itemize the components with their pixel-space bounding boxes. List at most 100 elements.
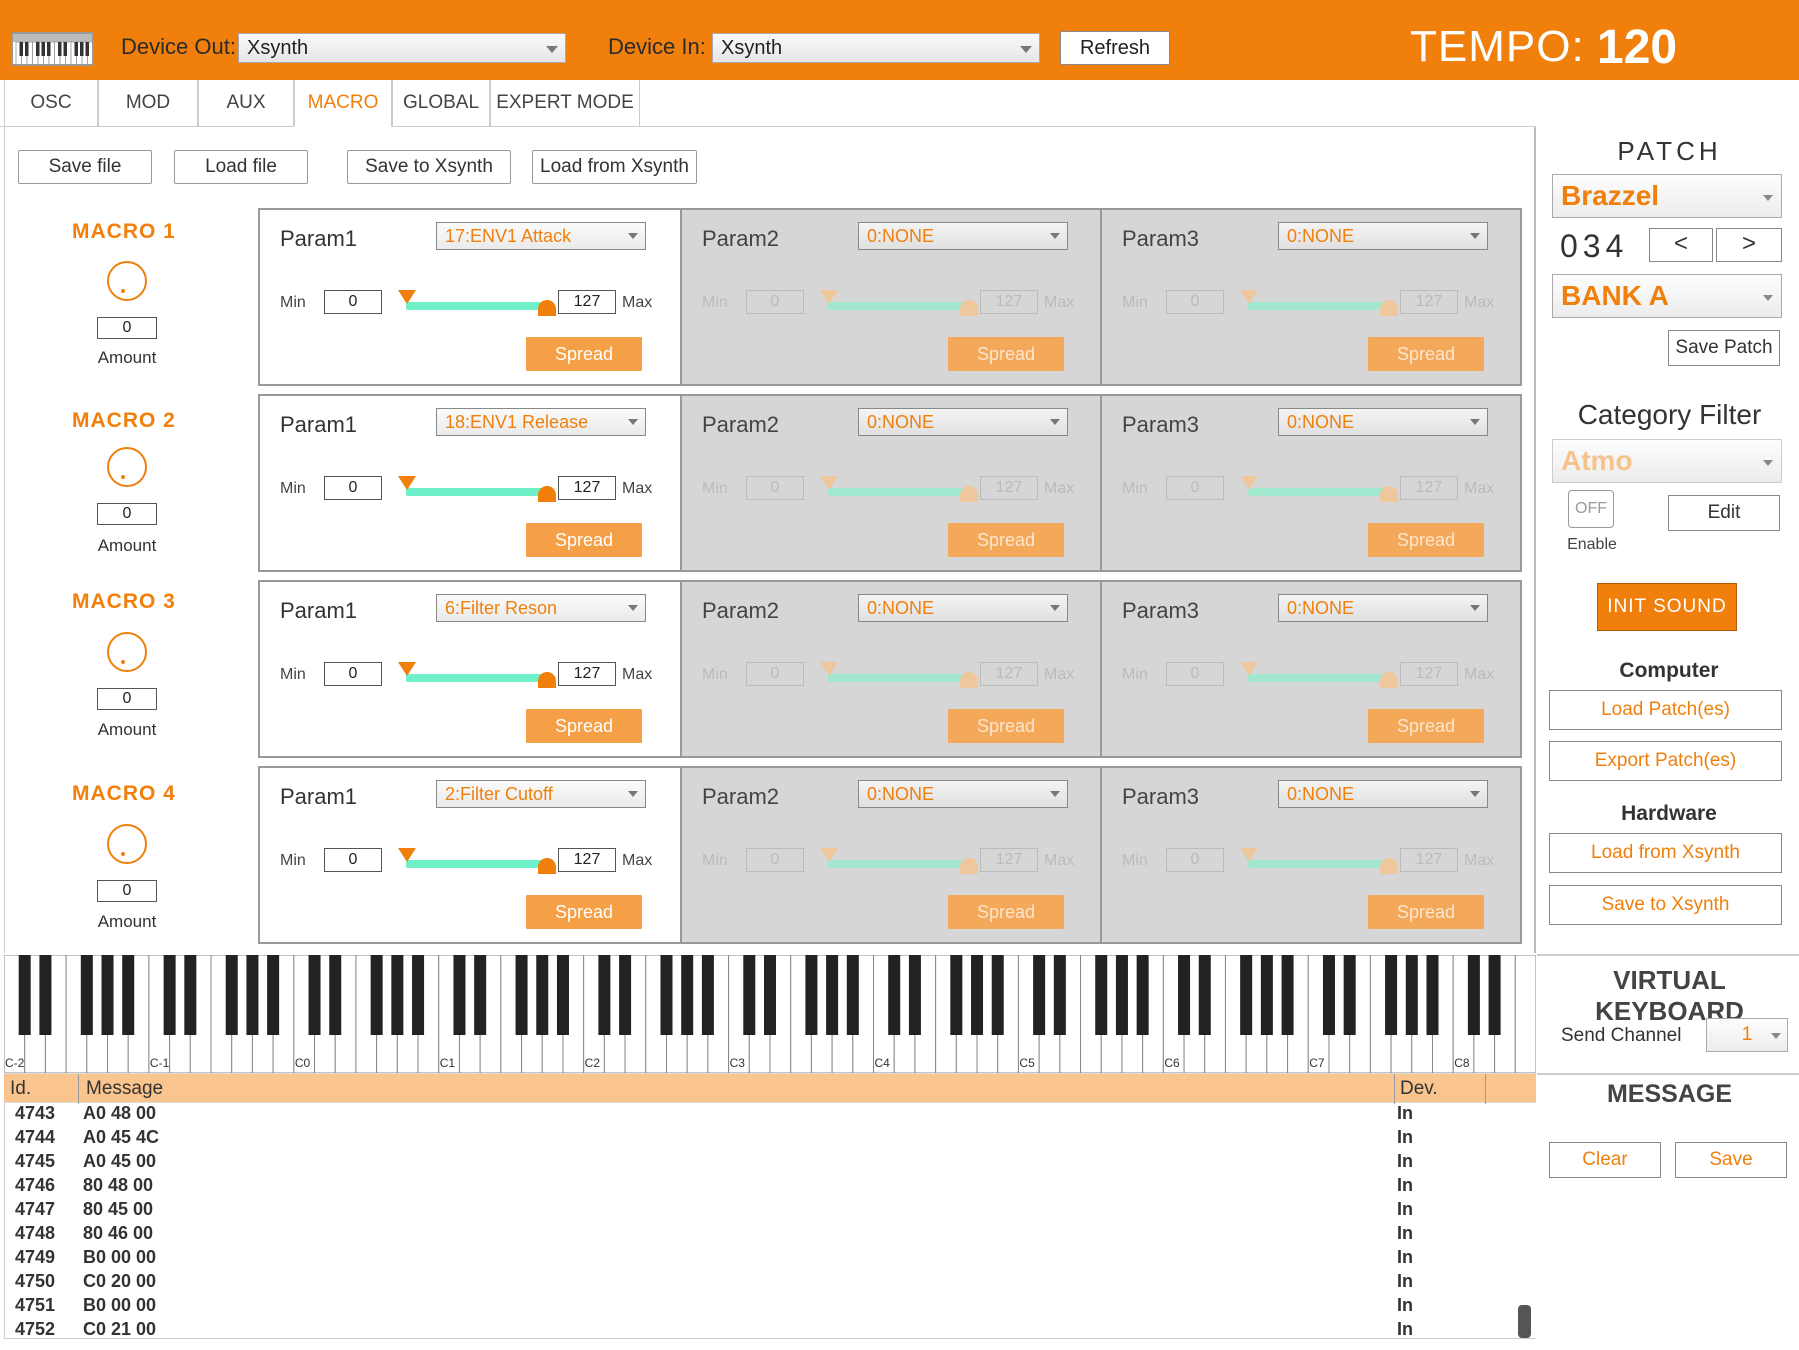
black-key[interactable] [805, 955, 818, 1035]
macro-1-amount[interactable]: 0 [97, 317, 157, 339]
black-key[interactable] [826, 955, 839, 1035]
load-file-button[interactable]: Load file [174, 150, 308, 184]
tab-aux[interactable]: AUX [198, 80, 294, 127]
black-key[interactable] [950, 955, 963, 1035]
black-key[interactable] [225, 955, 238, 1035]
range-max-handle[interactable] [538, 300, 556, 316]
save-file-button[interactable]: Save file [18, 150, 152, 184]
macro-4-amount[interactable]: 0 [97, 880, 157, 902]
black-key[interactable] [1178, 955, 1191, 1035]
black-key[interactable] [412, 955, 425, 1035]
black-key[interactable] [515, 955, 528, 1035]
black-key[interactable] [370, 955, 383, 1035]
black-key[interactable] [329, 955, 342, 1035]
piano-keys[interactable]: C-2 C-1 C0 C1 C2 C3 C4 C5 C6 C7 C8 [3, 954, 1537, 1074]
param-select[interactable]: 0:NONE [1278, 408, 1488, 436]
black-key[interactable] [846, 955, 859, 1035]
black-key[interactable] [556, 955, 569, 1035]
range-max-handle[interactable] [538, 858, 556, 874]
black-key[interactable] [18, 955, 31, 1035]
black-key[interactable] [39, 955, 52, 1035]
param-select[interactable]: 0:NONE [1278, 594, 1488, 622]
black-key[interactable] [101, 955, 114, 1035]
table-row[interactable]: 4750 C0 20 00 In [5, 1271, 1505, 1295]
max-input[interactable]: 127 [558, 848, 616, 872]
black-key[interactable] [80, 955, 93, 1035]
black-key[interactable] [536, 955, 549, 1035]
max-input[interactable]: 127 [558, 662, 616, 686]
spread-button[interactable]: Spread [526, 523, 642, 557]
table-row[interactable]: 4747 80 45 00 In [5, 1199, 1505, 1223]
black-key[interactable] [391, 955, 404, 1035]
max-input[interactable]: 127 [558, 476, 616, 500]
macro-3-knob[interactable] [107, 632, 147, 672]
macro-1-knob[interactable] [107, 261, 147, 301]
tab-global[interactable]: GLOBAL [392, 80, 490, 127]
black-key[interactable] [1405, 955, 1418, 1035]
tab-expert-mode[interactable]: EXPERT MODE [490, 80, 640, 127]
message-scrollbar[interactable] [1518, 1305, 1531, 1338]
param-select[interactable]: 6:Filter Reson [436, 594, 646, 622]
param-select[interactable]: 0:NONE [1278, 780, 1488, 808]
range-min-handle[interactable] [398, 476, 416, 490]
black-key[interactable] [660, 955, 673, 1035]
black-key[interactable] [701, 955, 714, 1035]
tab-macro[interactable]: MACRO [294, 80, 392, 127]
table-row[interactable]: 4751 B0 00 00 In [5, 1295, 1505, 1319]
black-key[interactable] [122, 955, 135, 1035]
param-select[interactable]: 18:ENV1 Release [436, 408, 646, 436]
save-messages-button[interactable]: Save [1675, 1142, 1787, 1178]
min-input[interactable]: 0 [324, 848, 382, 872]
next-patch-button[interactable]: > [1716, 228, 1782, 262]
max-input[interactable]: 127 [558, 290, 616, 314]
black-key[interactable] [1488, 955, 1501, 1035]
black-key[interactable] [1095, 955, 1108, 1035]
macro-3-amount[interactable]: 0 [97, 688, 157, 710]
macro-2-amount[interactable]: 0 [97, 503, 157, 525]
param-select[interactable]: 0:NONE [1278, 222, 1488, 250]
range-slider-track[interactable] [406, 674, 546, 682]
black-key[interactable] [681, 955, 694, 1035]
spread-button[interactable]: Spread [526, 709, 642, 743]
table-row[interactable]: 4752 C0 21 00 In [5, 1319, 1505, 1338]
black-key[interactable] [1136, 955, 1149, 1035]
message-list[interactable]: 4743 A0 48 00 In 4744 A0 45 4C In 4745 A0 45 00… [4, 1103, 1536, 1339]
spread-button[interactable]: Spread [526, 895, 642, 929]
refresh-button[interactable]: Refresh [1060, 31, 1170, 65]
black-key[interactable] [1260, 955, 1273, 1035]
spread-button[interactable]: Spread [526, 337, 642, 371]
table-row[interactable]: 4746 80 48 00 In [5, 1175, 1505, 1199]
range-min-handle[interactable] [398, 662, 416, 676]
device-in-select[interactable]: Xsynth [712, 33, 1040, 63]
export-patches-button[interactable]: Export Patch(es) [1549, 741, 1782, 781]
black-key[interactable] [1467, 955, 1480, 1035]
black-key[interactable] [1322, 955, 1335, 1035]
black-key[interactable] [1115, 955, 1128, 1035]
table-row[interactable]: 4743 A0 48 00 In [5, 1103, 1505, 1127]
table-row[interactable]: 4745 A0 45 00 In [5, 1151, 1505, 1175]
range-slider-track[interactable] [406, 488, 546, 496]
tempo-value[interactable]: 120 [1597, 20, 1677, 75]
device-out-select[interactable]: Xsynth [238, 33, 566, 63]
black-key[interactable] [1385, 955, 1398, 1035]
macro-2-knob[interactable] [107, 447, 147, 487]
param-select[interactable]: 0:NONE [858, 594, 1068, 622]
save-to-xsynth-button[interactable]: Save to Xsynth [347, 150, 511, 184]
black-key[interactable] [1198, 955, 1211, 1035]
black-key[interactable] [1281, 955, 1294, 1035]
bank-select[interactable]: BANK A [1552, 274, 1782, 318]
save-patch-button[interactable]: Save Patch [1668, 330, 1780, 366]
min-input[interactable]: 0 [324, 662, 382, 686]
black-key[interactable] [453, 955, 466, 1035]
send-channel-select[interactable]: 1 [1706, 1018, 1788, 1052]
table-row[interactable]: 4748 80 46 00 In [5, 1223, 1505, 1247]
table-row[interactable]: 4744 A0 45 4C In [5, 1127, 1505, 1151]
black-key[interactable] [908, 955, 921, 1035]
hardware-save-to-xsynth-button[interactable]: Save to Xsynth [1549, 885, 1782, 925]
black-key[interactable] [888, 955, 901, 1035]
hardware-load-from-xsynth-button[interactable]: Load from Xsynth [1549, 833, 1782, 873]
black-key[interactable] [1426, 955, 1439, 1035]
white-key[interactable] [1514, 954, 1537, 1074]
black-key[interactable] [163, 955, 176, 1035]
black-key[interactable] [1240, 955, 1253, 1035]
